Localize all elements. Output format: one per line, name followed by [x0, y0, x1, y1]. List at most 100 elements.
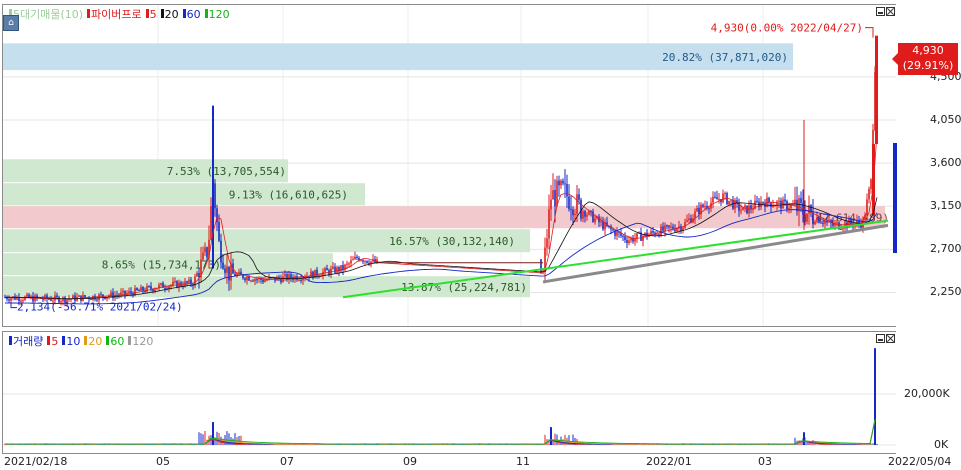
- candle-body: [612, 229, 614, 231]
- candle-body: [820, 222, 822, 224]
- candle-body: [550, 199, 552, 210]
- volume-ma-5-line: [5, 419, 876, 445]
- price-chart-canvas[interactable]: 20.82% (37,871,020) 7.53% (13,705,554) 9.1…: [3, 5, 896, 326]
- support-trendline: [542, 223, 889, 284]
- price-legend-swatch: [204, 8, 208, 18]
- price-legend-label: 60: [186, 7, 201, 21]
- candle-body: [736, 200, 738, 203]
- volume-legend-swatch: [9, 336, 12, 345]
- candle-body: [164, 287, 166, 289]
- candle-body: [868, 188, 870, 200]
- candle-body: [586, 214, 588, 217]
- volume-chart-canvas[interactable]: [3, 332, 896, 453]
- volume-legend-item[interactable]: 20: [84, 335, 102, 348]
- volume-profile-label: 13.87% (25,224,781): [401, 281, 527, 294]
- price-legend-item[interactable]: 파이버프로: [87, 6, 142, 22]
- volume-spike-bar: [212, 422, 214, 445]
- candle-body: [250, 280, 252, 282]
- candle-body: [348, 263, 350, 265]
- volume-legend-item[interactable]: 120: [128, 335, 153, 348]
- candle-body: [816, 217, 818, 222]
- close-volume-icon[interactable]: [886, 334, 895, 343]
- price-tick-label: 3,150: [930, 199, 961, 213]
- candle-body: [574, 213, 576, 216]
- current-price-tag: 4,930 (29.91%): [892, 43, 958, 75]
- candle-body: [784, 199, 786, 202]
- volume-chart-panel[interactable]: 거래량 5 10 20 60 120: [2, 331, 897, 454]
- candle-body: [98, 294, 100, 301]
- candle-body: [572, 209, 574, 216]
- candle-body: [558, 180, 560, 186]
- volume-legend-item[interactable]: 5: [47, 335, 58, 348]
- volume-profile-label: 7.53% (13,705,554): [167, 165, 286, 178]
- candle-body: [624, 236, 626, 240]
- candle-body: [338, 267, 340, 272]
- candle-body: [204, 247, 206, 253]
- candle-body: [130, 291, 132, 294]
- candle-body: [128, 291, 130, 294]
- candle-body: [146, 286, 148, 292]
- candle-body: [652, 231, 654, 233]
- price-chart-panel[interactable]: 20.82% (37,871,020) 7.53% (13,705,554) 9.1…: [2, 4, 897, 327]
- candle-body: [248, 276, 250, 281]
- candle-body: [566, 184, 568, 197]
- candle-body: [656, 234, 658, 236]
- candle-body: [228, 266, 230, 281]
- home-icon[interactable]: ⌂: [3, 15, 19, 31]
- candle-body: [730, 200, 732, 202]
- candle-body: [356, 256, 358, 259]
- date-tick-label: 09: [403, 455, 417, 468]
- candle-body: [240, 271, 242, 275]
- candle-body: [186, 281, 188, 283]
- candle-body: [8, 299, 10, 301]
- candle-body: [594, 218, 596, 223]
- low-annotation: 2,134(-56.71% 2021/02/24): [17, 301, 183, 314]
- candle-body: [708, 208, 710, 210]
- price-legend-item[interactable]: 5: [145, 8, 157, 21]
- candle-body: [226, 266, 228, 273]
- close-panel-icon[interactable]: [886, 7, 895, 16]
- price-legend-item[interactable]: 120: [204, 8, 230, 21]
- candle-body: [188, 279, 190, 283]
- volume-legend-item[interactable]: 10: [62, 335, 80, 348]
- volume-profile-label: 9.13% (16,610,625): [229, 189, 348, 202]
- high-annotation: 4,930(0.00% 2022/04/27): [711, 22, 863, 35]
- volume-ma-20-line: [5, 419, 876, 445]
- candle-body: [660, 226, 662, 237]
- candle-body: [724, 193, 726, 195]
- candle-body: [732, 200, 734, 209]
- candle-body: [346, 263, 348, 265]
- volume-legend-item[interactable]: 거래량: [9, 333, 43, 349]
- candle-body: [584, 211, 586, 217]
- candle-body: [172, 281, 174, 286]
- minimize-volume-icon[interactable]: [876, 334, 885, 343]
- candle-body: [824, 221, 826, 224]
- price-legend-item[interactable]: 5대기매물(10): [9, 6, 83, 22]
- volume-legend-item[interactable]: 60: [106, 335, 124, 348]
- volume-axis: 20,000K 0K: [896, 331, 961, 454]
- candle-body: [176, 281, 178, 288]
- minimize-panel-icon[interactable]: [876, 7, 885, 16]
- candle-body: [214, 183, 216, 209]
- candle-body: [818, 217, 820, 223]
- candle-body: [340, 265, 342, 272]
- candle-body: [702, 204, 704, 207]
- price-legend-item[interactable]: 20: [160, 8, 179, 21]
- candle-body: [36, 295, 38, 298]
- current-price-change: (29.91%): [902, 59, 954, 72]
- candle-body: [840, 229, 842, 231]
- candle-body: [728, 200, 730, 205]
- candle-body: [684, 221, 686, 228]
- candle-body: [806, 213, 808, 222]
- price-legend-item[interactable]: 60: [182, 7, 201, 21]
- candle-body: [264, 280, 266, 282]
- candle-body: [14, 296, 16, 300]
- candle-body: [674, 229, 676, 232]
- candle-body: [140, 286, 142, 291]
- volume-legend-swatch: [106, 335, 110, 345]
- candle-body: [336, 267, 338, 273]
- candle-body: [150, 286, 152, 289]
- volume-bars-group: [4, 431, 878, 445]
- price-legend: 5대기매물(10) 파이버프로 5 20 60 120: [9, 6, 230, 22]
- candle-body: [294, 276, 296, 280]
